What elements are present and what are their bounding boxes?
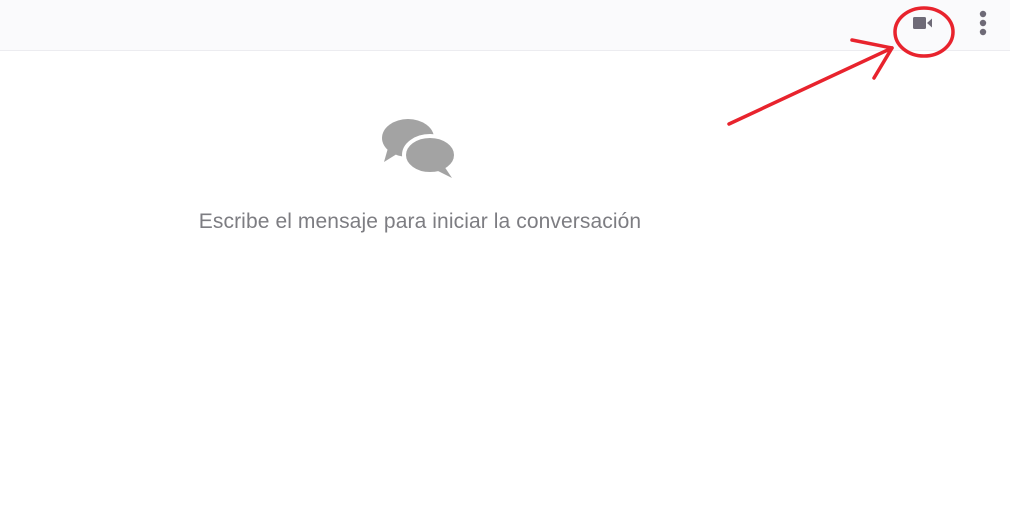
video-call-button[interactable] [906,8,940,38]
empty-state-message: Escribe el mensaje para iniciar la conve… [198,210,642,233]
annotation-arrow [727,46,894,126]
chat-bubbles-icon [382,119,458,178]
red-annotation-overlay [727,6,955,126]
more-options-button[interactable] [970,6,996,40]
vertical-dots-icon [979,10,987,36]
empty-conversation: Escribe el mensaje para iniciar la conve… [100,118,740,234]
video-camera-icon [913,17,932,29]
chat-header [0,0,1010,51]
